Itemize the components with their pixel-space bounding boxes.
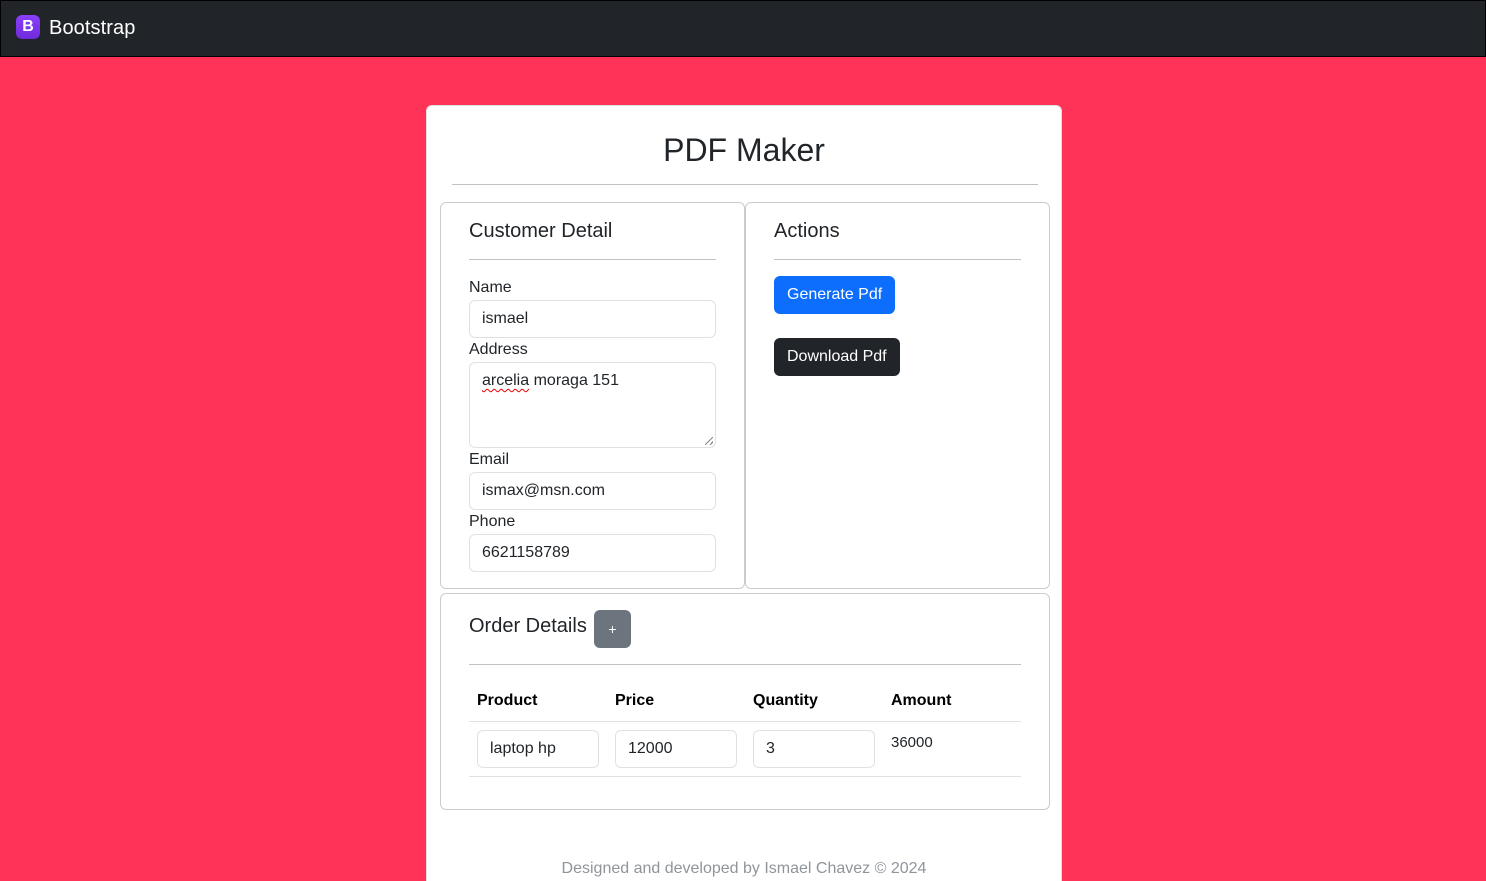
email-label: Email (469, 451, 510, 468)
logo-letter: B (22, 17, 34, 35)
product-input[interactable]: laptop hp (477, 730, 599, 768)
actions-panel: Actions Generate Pdf Download Pdf (745, 202, 1050, 589)
name-value: ismael (482, 310, 529, 327)
column-header-quantity: Quantity (753, 692, 818, 709)
add-item-button[interactable]: + (594, 610, 631, 648)
phone-label: Phone (469, 513, 516, 530)
main-card: PDF Maker Customer Detail Name ismael Ad… (426, 105, 1062, 881)
address-label: Address (469, 341, 528, 358)
customer-detail-divider (469, 259, 716, 260)
product-value: laptop hp (490, 740, 556, 757)
customer-detail-panel: Customer Detail Name ismael Address arce… (440, 202, 745, 589)
name-label: Name (469, 279, 512, 296)
name-input[interactable]: ismael (469, 300, 716, 338)
order-details-heading: Order Details (469, 615, 587, 637)
title-divider (452, 184, 1038, 185)
address-value-rest: moraga 151 (529, 372, 619, 389)
order-details-divider (469, 664, 1021, 665)
navbar-brand[interactable]: Bootstrap (49, 17, 136, 40)
email-value: ismax@msn.com (482, 482, 605, 499)
amount-value: 36000 (891, 734, 933, 751)
page-title: PDF Maker (663, 132, 825, 168)
actions-divider (774, 259, 1021, 260)
order-details-panel: Order Details + Product Price Quantity A… (440, 593, 1050, 810)
footer-credit: Designed and developed by Ismael Chavez … (561, 860, 927, 877)
email-input[interactable]: ismax@msn.com (469, 472, 716, 510)
phone-value: 6621158789 (482, 544, 570, 561)
price-value: 12000 (628, 740, 673, 757)
address-value-misspelled-word: arcelia (482, 372, 530, 389)
bootstrap-logo-icon[interactable]: B (16, 14, 40, 39)
actions-heading: Actions (774, 220, 840, 242)
generate-pdf-button[interactable]: Generate Pdf (774, 276, 896, 314)
column-header-product: Product (477, 692, 538, 709)
download-pdf-button[interactable]: Download Pdf (774, 338, 900, 376)
price-input[interactable]: 12000 (615, 730, 737, 768)
address-textarea[interactable]: arcelia moraga 151 (469, 362, 716, 448)
customer-detail-heading: Customer Detail (469, 220, 613, 242)
quantity-input[interactable]: 3 (753, 730, 875, 768)
table-row-divider (469, 776, 1021, 777)
resize-grip-icon[interactable] (705, 437, 713, 445)
phone-input[interactable]: 6621158789 (469, 534, 716, 572)
navbar: B Bootstrap (0, 0, 1486, 57)
table-header-divider (469, 721, 1021, 722)
column-header-amount: Amount (891, 692, 952, 709)
quantity-value: 3 (766, 740, 775, 757)
column-header-price: Price (615, 692, 655, 709)
